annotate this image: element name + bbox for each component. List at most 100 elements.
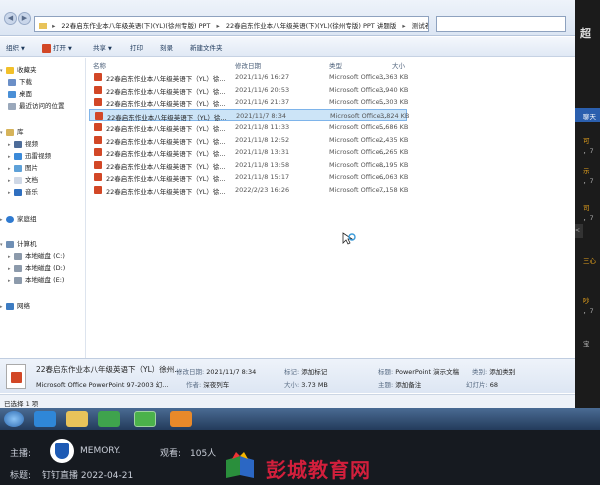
label-modified: 修改日期: bbox=[176, 368, 205, 376]
column-header-date[interactable]: 修改日期 bbox=[235, 60, 261, 70]
file-type: Microsoft Office... bbox=[329, 98, 386, 106]
taskbar-app-icon[interactable] bbox=[170, 411, 192, 427]
powerpoint-file-icon bbox=[94, 73, 102, 81]
sidebar-item-homegroup[interactable]: ▸ 家庭组 bbox=[0, 213, 86, 224]
sidebar-item-documents[interactable]: ▸ 文档 bbox=[0, 174, 86, 185]
detail-subject[interactable]: 添加备注 bbox=[395, 381, 421, 389]
navigation-pane: ▾ 收藏夹 下载 桌面 最近访问的位置 ▾ 库 ▸ 视频 ▸ 迅雷视频 ▸ 图片 ▸ 文档 … bbox=[0, 58, 86, 358]
start-button[interactable] bbox=[4, 411, 24, 427]
sidebar-item-computer[interactable]: ▾ 计算机 bbox=[0, 238, 86, 249]
homegroup-icon bbox=[6, 215, 14, 223]
share-button[interactable]: 共享 ▼ bbox=[93, 42, 112, 52]
file-row[interactable]: 22春启东作业本八年级英语下（YL）徐... 2021/11/7 8:34 Micr… bbox=[89, 108, 409, 122]
sidebar-item-videos[interactable]: ▸ 视频 bbox=[0, 138, 86, 149]
file-date: 2021/11/8 13:31 bbox=[235, 148, 290, 156]
file-row[interactable]: 22春启东作业本八年级英语下（YL）徐... 2021/11/6 20:53 Mic… bbox=[89, 84, 408, 96]
details-pane: 22春启东作业本八年级英语下（YL）徐州... Microsoft Office… bbox=[0, 358, 575, 393]
taskbar bbox=[0, 408, 600, 430]
file-row[interactable]: 22春启东作业本八年级英语下（YL）徐... 2021/11/8 13:31 Mic… bbox=[89, 146, 408, 158]
sidebar-item-disk-c[interactable]: ▸ 本地磁盘 (C:) bbox=[0, 250, 86, 261]
file-type: Microsoft Office... bbox=[329, 85, 386, 94]
busy-cursor-icon bbox=[342, 232, 356, 245]
sidebar-item-favorites[interactable]: ▾ 收藏夹 bbox=[0, 64, 86, 75]
sidebar-item-music[interactable]: ▸ 音乐 bbox=[0, 186, 86, 197]
search-input[interactable] bbox=[436, 16, 566, 32]
file-type: Microsoft Office... bbox=[329, 123, 386, 131]
label-size: 大小: bbox=[284, 381, 300, 389]
powerpoint-file-icon bbox=[94, 123, 102, 131]
file-row[interactable]: 22春启东作业本八年级英语下（YL）徐... 2021/11/8 12:52 Mic… bbox=[89, 134, 409, 146]
file-date: 2021/11/8 13:58 bbox=[235, 160, 290, 169]
disk-icon bbox=[14, 264, 22, 272]
sidebar-item-downloads[interactable]: 下载 bbox=[0, 76, 86, 87]
desktop-icon bbox=[8, 90, 16, 98]
sidebar-item-thunder-videos[interactable]: ▸ 迅雷视频 bbox=[0, 150, 86, 161]
file-row[interactable]: 22春启东作业本八年级英语下（YL）徐... 2021/11/8 13:58 Mic… bbox=[89, 159, 408, 171]
back-button[interactable]: ◀ bbox=[4, 12, 17, 25]
sidebar-item-pictures[interactable]: ▸ 图片 bbox=[0, 162, 86, 173]
breadcrumb-item[interactable]: 22春启东作业本八年级英语(下)(YL)(徐州专版) PPT 讲题版 bbox=[226, 22, 397, 30]
taskbar-wechat-icon[interactable] bbox=[134, 411, 156, 427]
sidebar-item-disk-d[interactable]: ▸ 本地磁盘 (D:) bbox=[0, 262, 86, 273]
viewers-count: 105人 bbox=[190, 449, 217, 459]
file-name: 22春启东作业本八年级英语下（YL）徐... bbox=[106, 187, 226, 196]
powerpoint-file-icon bbox=[94, 160, 102, 169]
command-bar: 组织 ▼ 打开 ▼ 共享 ▼ 打印 刻录 新建文件夹 bbox=[0, 37, 575, 57]
file-date: 2021/11/8 11:33 bbox=[235, 123, 290, 131]
file-type: Microsoft Office... bbox=[329, 73, 386, 81]
file-row[interactable]: 22春启东作业本八年级英语下（YL）徐... 2021/11/8 15:17 Mic… bbox=[89, 171, 408, 183]
burn-button[interactable]: 刻录 bbox=[160, 42, 173, 52]
file-name: 22春启东作业本八年级英语下（YL）徐... bbox=[106, 162, 226, 171]
sidebar-item-recent[interactable]: 最近访问的位置 bbox=[0, 100, 86, 111]
powerpoint-file-icon bbox=[94, 173, 102, 181]
taskbar-media-icon[interactable] bbox=[98, 411, 120, 427]
network-icon bbox=[6, 302, 14, 310]
file-row[interactable]: 22春启东作业本八年级英语下（YL）徐... 2022/2/23 16:26 Mic… bbox=[89, 184, 408, 196]
breadcrumb-item[interactable]: 测试卷 bbox=[412, 22, 428, 30]
sidebar-item-disk-e[interactable]: ▸ 本地磁盘 (E:) bbox=[0, 274, 86, 285]
file-row[interactable]: 22春启东作业本八年级英语下（YL）徐... 2021/11/8 11:33 Mic… bbox=[89, 121, 409, 133]
stream-title: 钉钉直播 2022-04-21 bbox=[42, 471, 134, 481]
file-row[interactable]: 22春启东作业本八年级英语下（YL）徐... 2021/11/6 16:27 Mic… bbox=[89, 71, 408, 83]
powerpoint-file-icon bbox=[94, 85, 102, 94]
file-date: 2021/11/6 21:37 bbox=[235, 98, 290, 106]
file-size: 2,435 KB bbox=[379, 135, 409, 144]
sidebar-item-desktop[interactable]: 桌面 bbox=[0, 88, 86, 99]
detail-tags[interactable]: 添加标记 bbox=[301, 368, 327, 376]
watermark-text: 彭城教育网 bbox=[266, 458, 371, 482]
column-header-name[interactable]: 名称 bbox=[93, 60, 106, 70]
chat-tab-label[interactable]: 聊天 bbox=[583, 111, 596, 121]
breadcrumb-item[interactable]: 22春启东作业本八年级英语(下)(YL)(徐州专版) PPT bbox=[61, 22, 210, 30]
download-icon bbox=[8, 78, 16, 86]
sidebar-item-network[interactable]: ▸ 网络 bbox=[0, 300, 86, 311]
detail-category[interactable]: 添加类别 bbox=[489, 368, 515, 376]
host-name: MEMORY. bbox=[80, 446, 121, 456]
powerpoint-icon bbox=[42, 43, 51, 53]
collapse-handle-icon[interactable]: < bbox=[575, 224, 583, 238]
detail-author[interactable]: 深夜列车 bbox=[203, 381, 229, 389]
column-header-size[interactable]: 大小 bbox=[392, 60, 405, 70]
organize-button[interactable]: 组织 ▼ bbox=[6, 42, 25, 52]
label-author: 作者: bbox=[186, 381, 202, 389]
open-button[interactable]: 打开 ▼ bbox=[42, 42, 72, 53]
powerpoint-file-icon bbox=[94, 98, 102, 106]
print-button[interactable]: 打印 bbox=[130, 42, 143, 52]
explorer-window: ◀ ▶ ▸ 22春启东作业本八年级英语(下)(YL)(徐州专版) PPT ▸ 2… bbox=[0, 0, 575, 408]
column-header-type[interactable]: 类型 bbox=[329, 60, 342, 70]
address-input[interactable]: ▸ 22春启东作业本八年级英语(下)(YL)(徐州专版) PPT ▸ 22春启东… bbox=[34, 16, 429, 32]
file-name: 22春启东作业本八年级英语下（YL）徐... bbox=[106, 100, 226, 108]
taskbar-ie-icon[interactable] bbox=[34, 411, 56, 427]
file-name: 22春启东作业本八年级英语下（YL）徐... bbox=[106, 137, 226, 146]
music-icon bbox=[14, 188, 22, 196]
detail-size: 3.73 MB bbox=[301, 381, 328, 389]
file-row[interactable]: 22春启东作业本八年级英语下（YL）徐... 2021/11/6 21:37 Mic… bbox=[89, 96, 408, 108]
file-size: 5,686 KB bbox=[379, 123, 409, 131]
new-folder-button[interactable]: 新建文件夹 bbox=[190, 42, 223, 52]
shield-icon bbox=[55, 443, 69, 459]
status-bar: 已选择 1 项 bbox=[0, 394, 575, 408]
sidebar-item-library[interactable]: ▾ 库 bbox=[0, 126, 86, 137]
detail-title[interactable]: PowerPoint 演示文稿 bbox=[395, 368, 459, 376]
forward-button[interactable]: ▶ bbox=[18, 12, 31, 25]
taskbar-explorer-icon[interactable] bbox=[66, 411, 88, 427]
picture-icon bbox=[14, 164, 22, 172]
